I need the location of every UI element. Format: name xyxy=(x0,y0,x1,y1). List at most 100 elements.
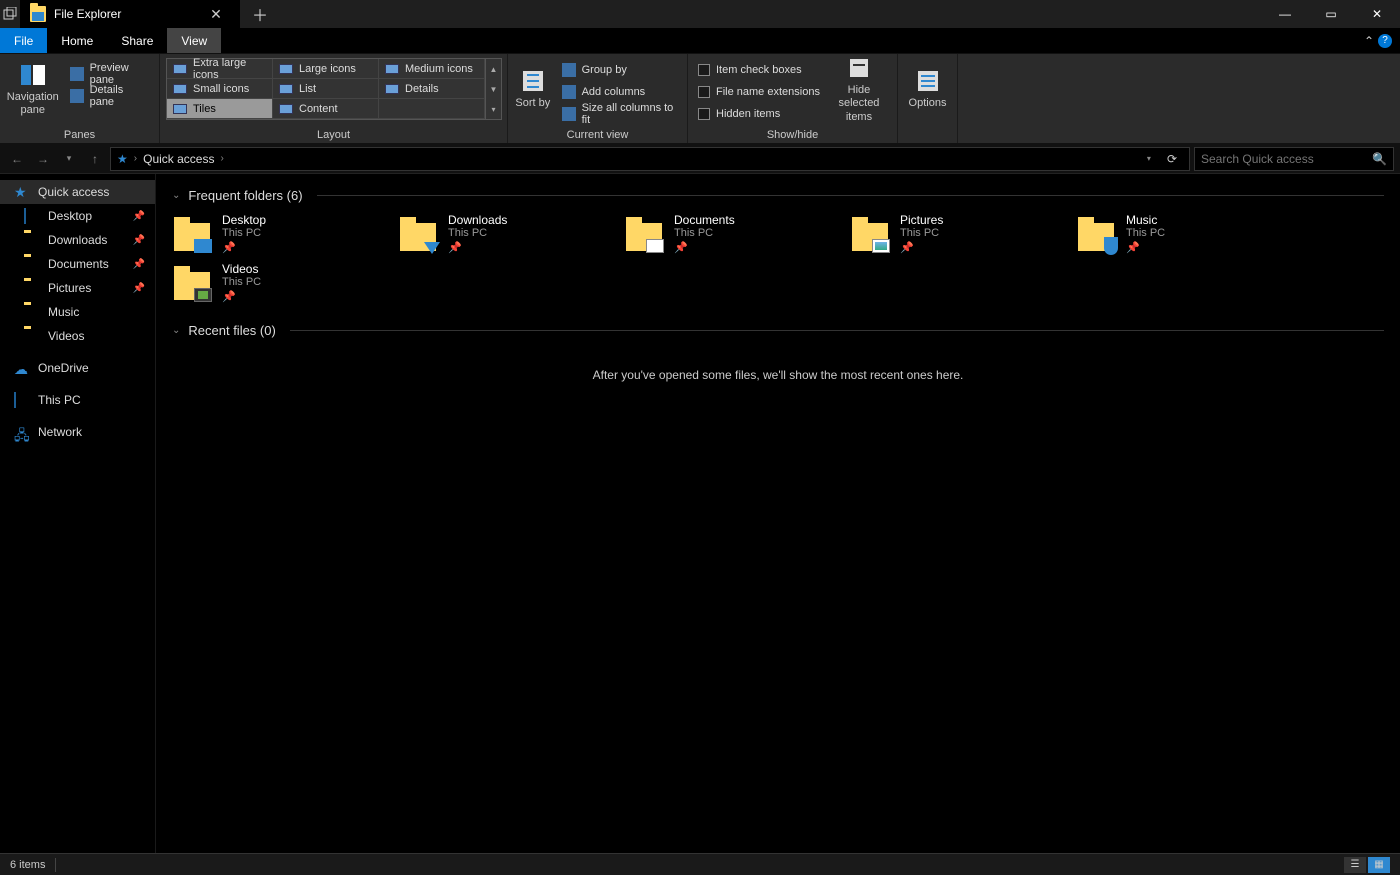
layout-option-medium-icons[interactable]: Medium icons xyxy=(379,59,485,79)
back-button[interactable]: ← xyxy=(6,148,28,170)
sidebar-item-this-pc[interactable]: This PC xyxy=(0,388,155,412)
hide-selected-button[interactable]: Hide selected items xyxy=(830,58,888,122)
sidebar-item-downloads[interactable]: Downloads📌 xyxy=(0,228,155,252)
tile-location: This PC xyxy=(900,227,943,239)
gallery-scroll-down[interactable]: ▼ xyxy=(486,79,501,99)
folder-tile-music[interactable]: MusicThis PC📌 xyxy=(1076,213,1286,254)
sidebar-item-videos[interactable]: Videos xyxy=(0,324,155,348)
sidebar-item-label: Downloads xyxy=(48,233,107,247)
details-pane-button[interactable]: Details pane xyxy=(66,86,153,106)
sidebar-item-network[interactable]: 🖧Network xyxy=(0,420,155,444)
sidebar-item-pictures[interactable]: Pictures📌 xyxy=(0,276,155,300)
details-view-button[interactable]: ☰ xyxy=(1344,857,1366,873)
new-tab-button[interactable]: ＋ xyxy=(240,0,280,28)
options-button[interactable]: Options xyxy=(904,58,951,122)
folder-icon xyxy=(172,262,212,302)
multitask-icon[interactable] xyxy=(0,0,20,28)
layout-option-details[interactable]: Details xyxy=(379,79,485,99)
breadcrumb-separator[interactable]: › xyxy=(220,153,223,164)
sidebar-item-label: This PC xyxy=(38,393,81,407)
layout-option-small-icons[interactable]: Small icons xyxy=(167,79,273,99)
folder-tile-downloads[interactable]: DownloadsThis PC📌 xyxy=(398,213,608,254)
layout-icon xyxy=(385,64,399,74)
tab-view[interactable]: View xyxy=(167,28,221,53)
tab-close-button[interactable]: ✕ xyxy=(202,6,230,23)
folder-icon xyxy=(850,213,890,253)
help-button[interactable]: ? xyxy=(1378,34,1392,48)
folder-tile-videos[interactable]: VideosThis PC📌 xyxy=(172,262,382,303)
chevron-down-icon[interactable]: ⌄ xyxy=(172,190,180,201)
gallery-scroll-up[interactable]: ▲ xyxy=(486,59,501,79)
sidebar-item-label: Network xyxy=(38,425,82,439)
folder-icon xyxy=(30,6,46,22)
tiles-view-button[interactable]: ▦ xyxy=(1368,857,1390,873)
sidebar-item-quick-access[interactable]: ★Quick access xyxy=(0,180,155,204)
close-button[interactable]: ✕ xyxy=(1354,0,1400,28)
tile-name: Documents xyxy=(674,213,735,227)
preview-pane-icon xyxy=(70,67,84,81)
layout-option-list[interactable]: List xyxy=(273,79,379,99)
preview-pane-button[interactable]: Preview pane xyxy=(66,64,153,84)
sidebar-item-onedrive[interactable]: ☁OneDrive xyxy=(0,356,155,380)
address-dropdown[interactable]: ▾ xyxy=(1143,154,1155,163)
layout-gallery[interactable]: Extra large iconsLarge iconsMedium icons… xyxy=(166,58,502,120)
content-area[interactable]: ⌄ Frequent folders (6) DesktopThis PC📌 Do… xyxy=(156,174,1400,853)
collapse-ribbon-button[interactable]: ⌃ xyxy=(1364,34,1374,48)
frequent-folders-header[interactable]: ⌄ Frequent folders (6) xyxy=(172,188,1384,203)
gallery-expand[interactable]: ▾ xyxy=(486,99,501,119)
sidebar-item-music[interactable]: Music xyxy=(0,300,155,324)
item-count: 6 items xyxy=(10,859,45,871)
forward-button[interactable]: → xyxy=(32,148,54,170)
layout-icon xyxy=(279,84,293,94)
window-tab[interactable]: File Explorer ✕ xyxy=(20,0,240,28)
recent-files-header[interactable]: ⌄ Recent files (0) xyxy=(172,323,1384,338)
navigation-tree[interactable]: ★Quick accessDesktop📌Downloads📌Documents… xyxy=(0,174,156,853)
folder-icon xyxy=(1076,213,1116,253)
item-checkboxes-toggle[interactable]: Item check boxes xyxy=(694,60,824,80)
maximize-button[interactable]: ▭ xyxy=(1308,0,1354,28)
recent-locations-button[interactable]: ▾ xyxy=(58,148,80,170)
up-button[interactable]: ↑ xyxy=(84,148,106,170)
folder-icon xyxy=(24,329,40,343)
sidebar-item-desktop[interactable]: Desktop📌 xyxy=(0,204,155,228)
monitor-icon xyxy=(24,209,40,223)
tab-share[interactable]: Share xyxy=(107,28,167,53)
group-by-button[interactable]: Group by xyxy=(558,60,681,80)
layout-icon xyxy=(385,84,399,94)
layout-option-large-icons[interactable]: Large icons xyxy=(273,59,379,79)
minimize-button[interactable]: — xyxy=(1262,0,1308,28)
address-bar[interactable]: ★ › Quick access › ▾ ⟳ xyxy=(110,147,1190,171)
search-box[interactable]: 🔍 xyxy=(1194,147,1394,171)
tab-title: File Explorer xyxy=(54,7,121,21)
chevron-down-icon[interactable]: ⌄ xyxy=(172,325,180,336)
folder-tile-pictures[interactable]: PicturesThis PC📌 xyxy=(850,213,1060,254)
add-columns-button[interactable]: Add columns xyxy=(558,82,681,102)
tab-file[interactable]: File xyxy=(0,28,47,53)
file-extensions-toggle[interactable]: File name extensions xyxy=(694,82,824,102)
layout-option-tiles[interactable]: Tiles xyxy=(167,99,273,119)
layout-option-content[interactable]: Content xyxy=(273,99,379,119)
options-icon xyxy=(916,69,940,93)
tile-location: This PC xyxy=(222,276,261,288)
sidebar-item-label: OneDrive xyxy=(38,361,89,375)
navigation-pane-button[interactable]: Navigation pane xyxy=(6,58,60,122)
hidden-items-toggle[interactable]: Hidden items xyxy=(694,104,824,124)
folder-tile-desktop[interactable]: DesktopThis PC📌 xyxy=(172,213,382,254)
layout-option-extra-large-icons[interactable]: Extra large icons xyxy=(167,59,273,79)
sidebar-item-documents[interactable]: Documents📌 xyxy=(0,252,155,276)
search-input[interactable] xyxy=(1201,152,1372,166)
breadcrumb[interactable]: Quick access xyxy=(143,152,214,166)
refresh-button[interactable]: ⟳ xyxy=(1161,152,1183,166)
gallery-scroll[interactable]: ▲ ▼ ▾ xyxy=(486,58,502,120)
layout-icon xyxy=(173,104,187,114)
sort-by-button[interactable]: Sort by xyxy=(514,58,552,122)
folder-tile-documents[interactable]: DocumentsThis PC📌 xyxy=(624,213,834,254)
tile-location: This PC xyxy=(674,227,735,239)
folder-icon xyxy=(24,281,40,295)
sidebar-item-label: Music xyxy=(48,305,79,319)
vid-badge-icon xyxy=(194,288,212,302)
recent-files-empty-message: After you've opened some files, we'll sh… xyxy=(172,368,1384,382)
tab-home[interactable]: Home xyxy=(47,28,107,53)
group-label-panes: Panes xyxy=(6,127,153,141)
size-columns-button[interactable]: Size all columns to fit xyxy=(558,104,681,124)
